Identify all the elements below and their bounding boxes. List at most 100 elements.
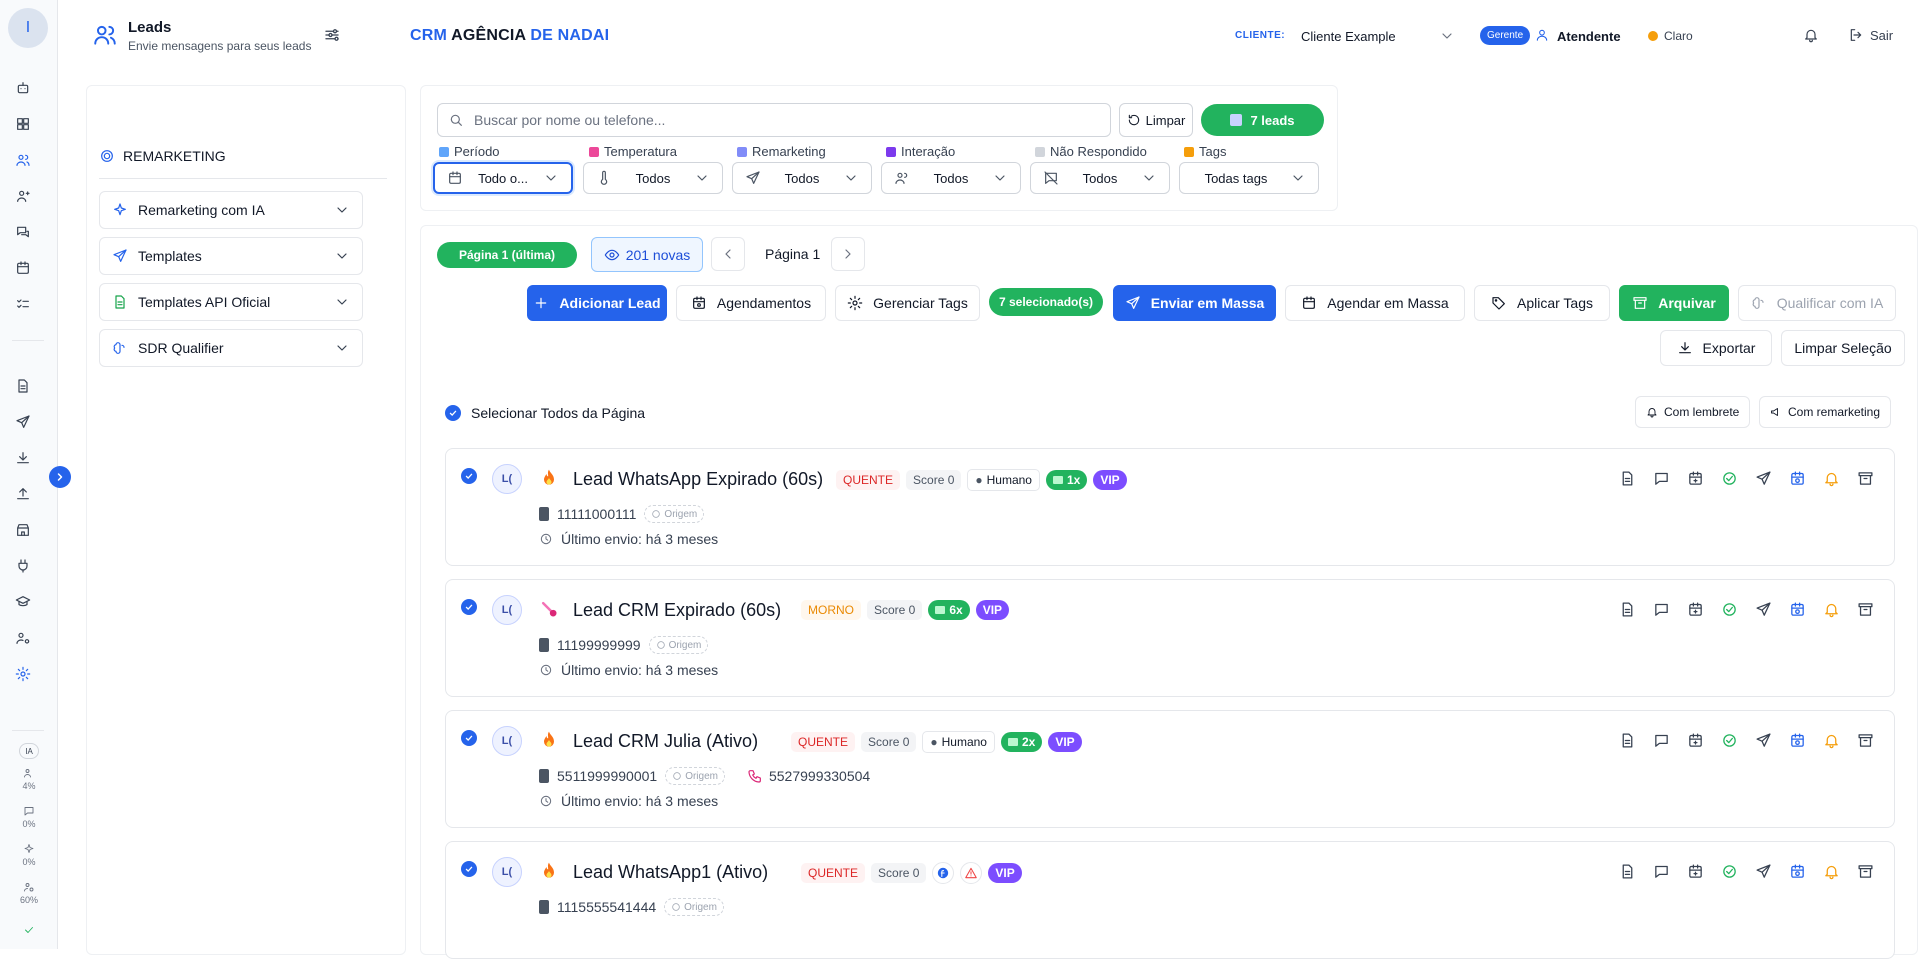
filter-with-reminder-button[interactable]: Com lembrete (1635, 396, 1751, 428)
archive-icon[interactable] (1857, 732, 1874, 749)
notes-icon[interactable] (1619, 863, 1636, 880)
bot-icon[interactable] (13, 78, 33, 98)
user-settings-icon[interactable] (13, 628, 33, 648)
calendar-icon[interactable] (13, 258, 33, 278)
lead-name[interactable]: Lead WhatsApp Expirado (60s) (573, 469, 823, 490)
chat-icon[interactable] (1653, 601, 1670, 618)
chat-icon[interactable] (1653, 470, 1670, 487)
calendar-add-icon[interactable] (1687, 732, 1704, 749)
gear-icon[interactable] (13, 664, 33, 684)
gerenciar-tags-button[interactable]: Gerenciar Tags (835, 285, 980, 321)
check-circle-icon[interactable] (1721, 601, 1738, 618)
client-select[interactable]: Cliente Example (1301, 29, 1396, 44)
chat-icon[interactable] (13, 222, 33, 242)
add-lead-button[interactable]: Adicionar Lead (527, 285, 667, 321)
lead-phone-row: 11111000111 Origem (539, 505, 705, 523)
archive-icon[interactable] (1857, 601, 1874, 618)
accordion-remarketing-ia[interactable]: Remarketing com IA (99, 191, 363, 229)
lead-name[interactable]: Lead CRM Expirado (60s) (573, 600, 781, 621)
calendar-add-icon[interactable] (1687, 863, 1704, 880)
bell-icon[interactable] (1823, 732, 1840, 749)
send-icon[interactable] (1755, 601, 1772, 618)
bell-icon[interactable] (1823, 601, 1840, 618)
lead-card[interactable]: L( Lead WhatsApp Expirado (60s) QUENTE S… (445, 448, 1895, 566)
bell-icon[interactable] (1803, 27, 1819, 43)
lead-card[interactable]: L( Lead CRM Julia (Ativo) QUENTE Score 0… (445, 710, 1895, 828)
send-icon[interactable] (1755, 732, 1772, 749)
lead-name[interactable]: Lead CRM Julia (Ativo) (573, 731, 758, 752)
bell-icon[interactable] (1823, 863, 1840, 880)
select-all-page[interactable]: Selecionar Todos da Página (445, 405, 645, 421)
filter-tags-select[interactable]: Todas tags (1179, 162, 1319, 194)
download-icon[interactable] (13, 448, 33, 468)
notes-icon[interactable] (1619, 470, 1636, 487)
notes-icon[interactable] (1619, 601, 1636, 618)
check-icon[interactable] (461, 861, 477, 877)
lead-name[interactable]: Lead WhatsApp1 (Ativo) (573, 862, 768, 883)
dashboard-icon[interactable] (13, 114, 33, 134)
clear-selection-button[interactable]: Limpar Seleção (1781, 330, 1905, 366)
check-circle-icon[interactable] (1721, 470, 1738, 487)
chevron-down-icon[interactable] (1439, 28, 1455, 44)
export-button[interactable]: Exportar (1660, 330, 1772, 366)
archive-icon[interactable] (1857, 863, 1874, 880)
check-circle-icon[interactable] (1721, 732, 1738, 749)
filter-interacao-select[interactable]: Todos (881, 162, 1021, 194)
calendar-add-icon[interactable] (1687, 470, 1704, 487)
calendar-add-icon[interactable] (1687, 601, 1704, 618)
filter-nao-respondido-select[interactable]: Todos (1030, 162, 1170, 194)
expand-sidebar-button[interactable] (49, 466, 71, 488)
search-box[interactable] (437, 103, 1111, 137)
schedule-icon[interactable] (1789, 732, 1806, 749)
agendamentos-button[interactable]: Agendamentos (676, 285, 826, 321)
send-icon[interactable] (1755, 470, 1772, 487)
chat-icon[interactable] (1653, 863, 1670, 880)
graduation-cap-icon[interactable] (13, 592, 33, 612)
lead-card[interactable]: L( Lead CRM Expirado (60s) MORNO Score 0… (445, 579, 1895, 697)
archive-button[interactable]: Arquivar (1619, 285, 1729, 321)
qualify-ai-button[interactable]: Qualificar com IA (1738, 285, 1896, 321)
schedule-icon[interactable] (1789, 470, 1806, 487)
clear-filters-button[interactable]: Limpar (1119, 103, 1193, 137)
accordion-sdr-qualifier[interactable]: SDR Qualifier (99, 329, 363, 367)
next-page-button[interactable] (831, 237, 865, 271)
schedule-icon[interactable] (1789, 863, 1806, 880)
filter-with-remarketing-button[interactable]: Com remarketing (1759, 396, 1892, 428)
sliders-icon[interactable] (323, 26, 341, 44)
store-icon[interactable] (13, 520, 33, 540)
accordion-templates[interactable]: Templates (99, 237, 363, 275)
send-icon[interactable] (1755, 863, 1772, 880)
apply-tags-button[interactable]: Aplicar Tags (1474, 285, 1610, 321)
search-input[interactable] (474, 112, 1100, 128)
chat-icon[interactable] (1653, 732, 1670, 749)
logout-button[interactable]: Sair (1848, 27, 1893, 43)
new-leads-button[interactable]: 201 novas (591, 237, 703, 272)
check-icon[interactable] (445, 405, 461, 421)
accordion-templates-api[interactable]: Templates API Oficial (99, 283, 363, 321)
user-avatar[interactable]: I (8, 8, 48, 48)
prev-page-button[interactable] (711, 237, 745, 271)
filter-remarketing-select[interactable]: Todos (732, 162, 872, 194)
upload-icon[interactable] (13, 484, 33, 504)
contacts-icon[interactable] (13, 186, 33, 206)
lead-card[interactable]: L( Lead WhatsApp1 (Ativo) QUENTE Score 0… (445, 841, 1895, 959)
check-icon[interactable] (461, 599, 477, 615)
filter-temperatura-select[interactable]: Todos (583, 162, 723, 194)
checklist-icon[interactable] (13, 294, 33, 314)
archive-icon[interactable] (1857, 470, 1874, 487)
send-icon[interactable] (13, 412, 33, 432)
sun-icon[interactable] (1648, 31, 1658, 41)
schedule-icon[interactable] (1789, 601, 1806, 618)
plug-icon[interactable] (13, 556, 33, 576)
send-bulk-button[interactable]: Enviar em Massa (1113, 285, 1276, 321)
users-icon[interactable] (13, 150, 33, 170)
schedule-bulk-button[interactable]: Agendar em Massa (1285, 285, 1465, 321)
check-icon[interactable] (461, 468, 477, 484)
notes-icon[interactable] (1619, 732, 1636, 749)
filter-periodo-select[interactable]: Todo o... (433, 162, 573, 194)
document-icon[interactable] (13, 376, 33, 396)
theme-toggle[interactable]: Claro (1664, 29, 1693, 43)
check-circle-icon[interactable] (1721, 863, 1738, 880)
bell-icon[interactable] (1823, 470, 1840, 487)
check-icon[interactable] (461, 730, 477, 746)
